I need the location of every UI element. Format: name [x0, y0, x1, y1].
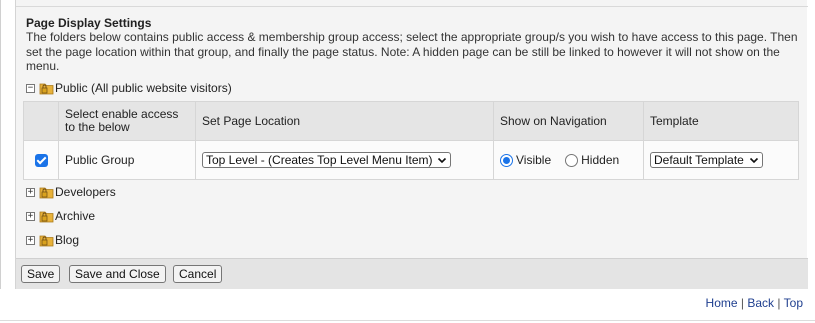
home-link[interactable]: Home [706, 296, 738, 310]
collapse-icon[interactable]: − [26, 83, 35, 93]
folder-lock-icon [39, 211, 54, 223]
section-title: Page Display Settings [26, 16, 152, 30]
save-button[interactable]: Save [21, 265, 61, 283]
page-frame: Page Display Settings The folders below … [0, 0, 808, 289]
section-description: The folders below contains public access… [26, 30, 798, 73]
chevron-down-icon [749, 157, 759, 164]
tree-node-archive[interactable]: + Archive [26, 208, 95, 224]
tree-label-developers: Developers [55, 185, 116, 199]
save-and-close-button[interactable]: Save and Close [69, 265, 166, 283]
back-link[interactable]: Back [747, 296, 774, 310]
tree-label-public: Public (All public website visitors) [55, 81, 232, 95]
tree-label-blog: Blog [55, 233, 80, 247]
action-bar: Save Save and Close Cancel [16, 258, 808, 289]
template-cell: Default Template [643, 140, 799, 180]
chevron-down-icon [437, 157, 447, 164]
header-access: Select enable access to the below [58, 101, 196, 141]
tree-node-public[interactable]: − Public (All public website visitors) [26, 80, 232, 96]
radio-hidden-label: Hidden [581, 153, 620, 167]
settings-panel: Page Display Settings The folders below … [15, 0, 808, 289]
divider [0, 320, 815, 321]
radio-hidden[interactable]: Hidden [565, 153, 619, 167]
divider [16, 6, 808, 7]
table-header-row: Select enable access to the below Set Pa… [23, 101, 799, 141]
folder-lock-icon [39, 235, 54, 247]
top-link[interactable]: Top [784, 296, 803, 310]
group-name: Public Group [58, 140, 196, 180]
radio-visible-label: Visible [516, 153, 552, 167]
navigation-radio-group: Visible Hidden [500, 153, 637, 167]
header-navigation: Show on Navigation [493, 101, 644, 141]
access-checkbox-cell [23, 140, 59, 180]
cancel-button[interactable]: Cancel [173, 265, 223, 283]
tree-node-developers[interactable]: + Developers [26, 184, 116, 200]
table-row: Public Group Top Level - (Creates Top Le… [23, 140, 799, 180]
expand-icon[interactable]: + [26, 235, 35, 245]
radio-visible-button[interactable] [500, 153, 513, 167]
page-location-select[interactable]: Top Level - (Creates Top Level Menu Item… [202, 152, 451, 168]
page-location-value: Top Level - (Creates Top Level Menu Item… [206, 153, 433, 167]
expand-icon[interactable]: + [26, 211, 35, 221]
footer-links: Home | Back | Top [706, 296, 803, 310]
access-table: Select enable access to the below Set Pa… [23, 101, 799, 180]
separator: | [777, 296, 781, 310]
location-cell: Top Level - (Creates Top Level Menu Item… [195, 140, 494, 180]
radio-visible[interactable]: Visible [500, 153, 551, 167]
template-select[interactable]: Default Template [650, 152, 763, 168]
folder-lock-icon [39, 187, 54, 199]
template-value: Default Template [654, 153, 744, 167]
tree-label-archive: Archive [55, 209, 96, 223]
separator: | [740, 296, 745, 310]
navigation-cell: Visible Hidden [493, 140, 644, 180]
header-blank [23, 101, 59, 141]
access-checkbox[interactable] [34, 154, 48, 168]
tree-node-blog[interactable]: + Blog [26, 232, 79, 248]
header-location: Set Page Location [195, 101, 494, 141]
header-template: Template [643, 101, 799, 141]
expand-icon[interactable]: + [26, 187, 35, 197]
radio-hidden-button[interactable] [565, 153, 579, 167]
folder-lock-icon [39, 83, 54, 95]
